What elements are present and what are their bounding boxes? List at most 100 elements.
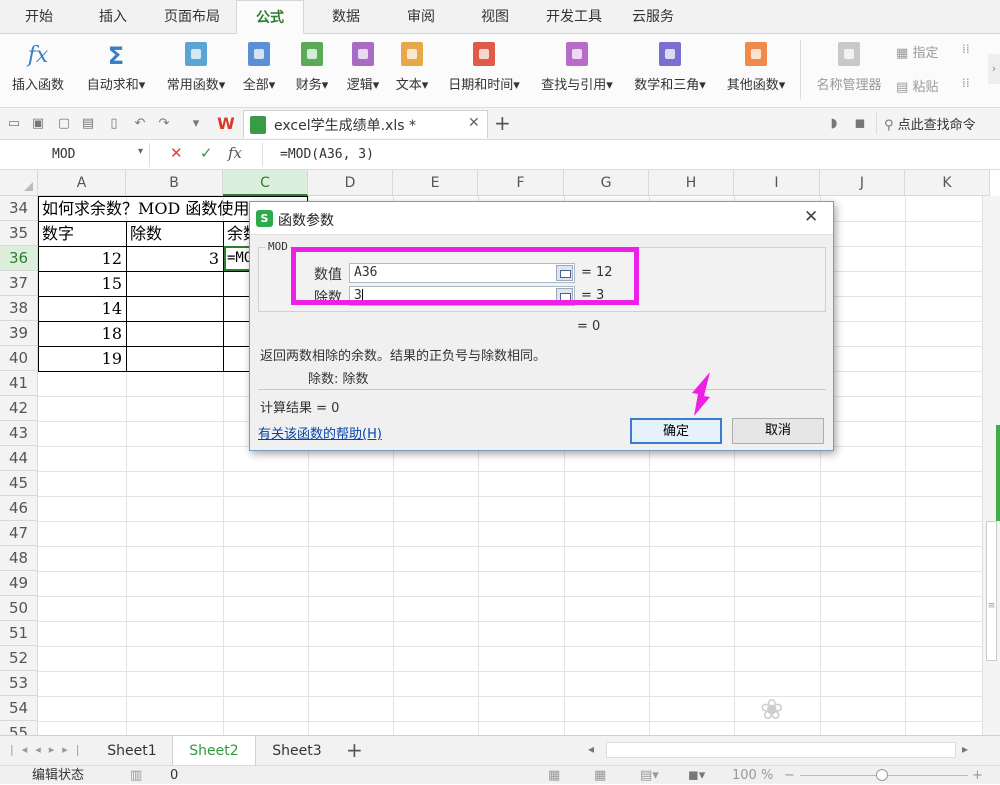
row-header-45[interactable]: 45 — [0, 471, 38, 496]
name-box[interactable]: MOD — [0, 143, 150, 167]
row-header-40[interactable]: 40 — [0, 346, 38, 371]
dialog-title-bar[interactable]: S 函数参数 ✕ — [250, 202, 833, 235]
row-header-49[interactable]: 49 — [0, 571, 38, 596]
column-header-j[interactable]: J — [820, 170, 905, 196]
number-cell[interactable]: 19 — [39, 346, 126, 371]
autosum-button[interactable]: Σ 自动求和▾ — [76, 40, 156, 102]
page-break-view-icon[interactable]: ▦ — [594, 766, 606, 785]
add-sheet-icon[interactable]: + — [346, 738, 363, 762]
number-cell[interactable]: 12 — [39, 246, 126, 271]
logic-button[interactable]: 逻辑▾ — [338, 40, 388, 102]
column-header-f[interactable]: F — [478, 170, 564, 196]
eye-protect-icon[interactable]: ◼▾ — [688, 766, 705, 785]
wps-logo-icon[interactable]: W — [216, 116, 236, 132]
column-header-a[interactable]: A — [38, 170, 126, 196]
tab-review[interactable]: 审阅 — [388, 0, 454, 34]
column-header-c[interactable]: C — [223, 170, 308, 196]
tab-page-layout[interactable]: 页面布局 — [148, 0, 236, 34]
confirm-edit-icon[interactable]: ✓ — [200, 144, 213, 162]
column-header-d[interactable]: D — [308, 170, 393, 196]
number-cell[interactable]: 15 — [39, 271, 126, 296]
export-icon[interactable]: ▢ — [56, 116, 72, 132]
side-panel-handle[interactable] — [996, 425, 1000, 521]
row-header-37[interactable]: 37 — [0, 271, 38, 296]
scroll-right-icon[interactable]: ▸ — [962, 742, 968, 756]
cancel-edit-icon[interactable]: ✕ — [170, 144, 183, 162]
column-header-h[interactable]: H — [649, 170, 734, 196]
new-tab-icon[interactable]: + — [494, 111, 511, 135]
formula-input[interactable]: =MOD(A36, 3) — [280, 143, 374, 167]
trace-icon[interactable]: ⁞⁞ — [962, 42, 970, 56]
column-header-k[interactable]: K — [905, 170, 990, 196]
math-trig-button[interactable]: 数学和三角▾ — [624, 40, 716, 102]
number-cell[interactable]: 18 — [39, 321, 126, 346]
dropdown-icon[interactable]: ▾ — [188, 116, 204, 132]
tab-formulas[interactable]: 公式 — [236, 0, 304, 34]
zoom-out-icon[interactable]: − — [784, 766, 795, 785]
close-icon[interactable]: ✕ — [804, 207, 818, 227]
other-functions-button[interactable]: 其他函数▾ — [716, 40, 796, 102]
ok-button[interactable]: 确定 — [630, 418, 722, 444]
open-icon[interactable]: ▭ — [6, 116, 22, 132]
name-manager-button[interactable]: 名称管理器 — [808, 40, 890, 102]
header-number-cell[interactable]: 数字 — [42, 221, 126, 246]
message-icon[interactable]: ◼ — [852, 116, 868, 132]
select-all-corner[interactable] — [0, 170, 38, 196]
namebox-dropdown-icon[interactable]: ▾ — [138, 146, 143, 157]
row-header-55[interactable]: 55 — [0, 721, 38, 735]
tab-view[interactable]: 视图 — [454, 0, 536, 34]
row-header-47[interactable]: 47 — [0, 521, 38, 546]
row-header-50[interactable]: 50 — [0, 596, 38, 621]
row-header-51[interactable]: 51 — [0, 621, 38, 646]
help-link[interactable]: 有关该函数的帮助(H) — [258, 423, 382, 442]
print-icon[interactable]: ▤ — [80, 116, 96, 132]
header-divisor-cell[interactable]: 除数 — [130, 221, 223, 246]
column-header-i[interactable]: I — [734, 170, 820, 196]
trace2-icon[interactable]: ⁞⁞ — [962, 76, 970, 90]
save-icon[interactable]: ▣ — [30, 116, 46, 132]
row-header-42[interactable]: 42 — [0, 396, 38, 421]
datetime-button[interactable]: 日期和时间▾ — [438, 40, 530, 102]
insert-function-button[interactable]: fx 插入函数 — [4, 40, 72, 102]
number-cell[interactable]: 14 — [39, 296, 126, 321]
paste-name-button[interactable]: ▤ 粘贴 — [896, 76, 938, 95]
column-header-e[interactable]: E — [393, 170, 478, 196]
tab-developer[interactable]: 开发工具 — [536, 0, 612, 34]
sheet-tab-3[interactable]: Sheet3 — [256, 736, 338, 766]
row-header-39[interactable]: 39 — [0, 321, 38, 346]
normal-view-icon[interactable]: ▦ — [548, 766, 560, 785]
column-header-b[interactable]: B — [126, 170, 223, 196]
row-header-54[interactable]: 54 — [0, 696, 38, 721]
zoom-slider-thumb[interactable] — [876, 769, 888, 781]
column-header-g[interactable]: G — [564, 170, 649, 196]
row-header-52[interactable]: 52 — [0, 646, 38, 671]
row-header-48[interactable]: 48 — [0, 546, 38, 571]
scrollbar-thumb[interactable] — [986, 521, 997, 661]
sheet-stats-icon[interactable]: ▥ — [130, 766, 142, 785]
print-preview-icon[interactable]: ▯ — [106, 116, 122, 132]
tab-insert[interactable]: 插入 — [78, 0, 148, 34]
tab-data[interactable]: 数据 — [304, 0, 388, 34]
close-tab-icon[interactable]: ✕ — [468, 115, 480, 131]
redo-icon[interactable]: ↷ — [156, 116, 172, 132]
tab-cloud[interactable]: 云服务 — [612, 0, 694, 34]
sheet-nav-icon[interactable]: |◂◂▸▸| — [10, 743, 88, 756]
zoom-in-icon[interactable]: + — [972, 766, 983, 785]
row-header-36[interactable]: 36 — [0, 246, 38, 271]
sheet-tab-1[interactable]: Sheet1 — [92, 736, 172, 766]
divisor-cell[interactable]: 3 — [127, 246, 223, 271]
row-header-46[interactable]: 46 — [0, 496, 38, 521]
row-header-44[interactable]: 44 — [0, 446, 38, 471]
cancel-button[interactable]: 取消 — [732, 418, 824, 444]
insert-function-fx-icon[interactable]: fx — [228, 144, 242, 162]
row-header-38[interactable]: 38 — [0, 296, 38, 321]
tab-start[interactable]: 开始 — [0, 0, 78, 34]
sheet-tab-2[interactable]: Sheet2 — [172, 736, 256, 766]
row-header-35[interactable]: 35 — [0, 221, 38, 246]
undo-icon[interactable]: ↶ — [132, 116, 148, 132]
common-functions-button[interactable]: 常用函数▾ — [158, 40, 234, 102]
horizontal-scrollbar[interactable] — [606, 742, 956, 758]
all-functions-button[interactable]: 全部▾ — [236, 40, 282, 102]
find-command-button[interactable]: ⚲ 点此查找命令 — [884, 114, 976, 133]
document-tab[interactable]: excel学生成绩单.xls * ✕ — [243, 110, 488, 138]
